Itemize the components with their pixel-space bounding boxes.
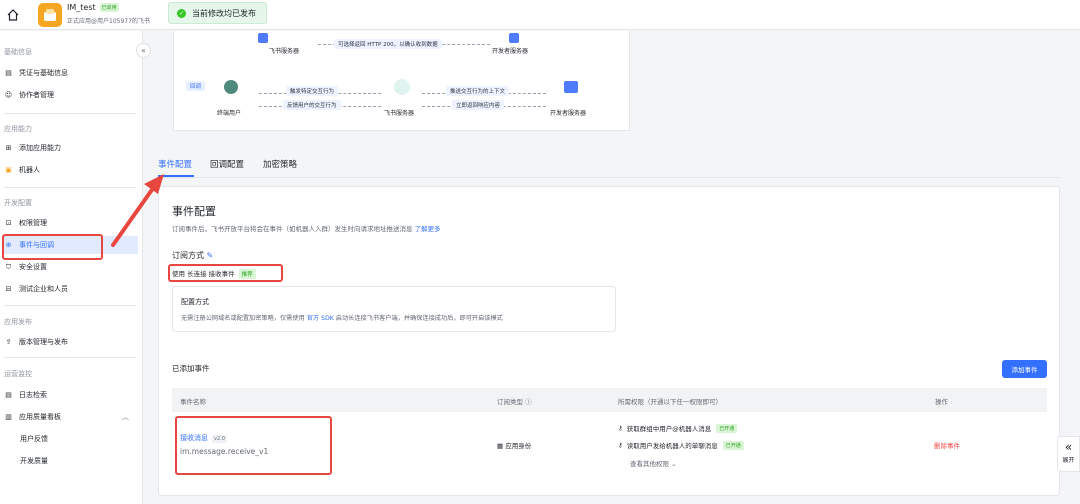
permission-item: ⚷ 获取群组中用户@机器人消息 已开通 <box>618 423 738 433</box>
app-title: IM_test 已启用 <box>67 3 119 12</box>
chevron-up-icon: ︿ <box>122 413 129 421</box>
sidebar-item-dev-quality[interactable]: 开发质量 <box>20 452 138 470</box>
add-event-button[interactable]: 添加事件 <box>1002 360 1047 378</box>
page-title: 事件配置 <box>172 205 216 218</box>
section-app-capability: 应用能力 <box>4 125 32 133</box>
divider <box>4 113 136 114</box>
edit-icon[interactable]: ✎ <box>207 251 214 260</box>
top-bar: IM_test 已启用 正式应用@用户105977的飞书 ✓ 当前修改均已发布 <box>0 0 1080 30</box>
dev-server-label: 开发者服务器 <box>550 110 587 117</box>
event-description: 订阅事件后，飞书开放平台将会在事件（如机器人入群）发生时向请求地址推送消息 了解… <box>172 225 441 233</box>
log-icon: ▤ <box>5 390 12 399</box>
grid-icon: ⊞ <box>5 143 12 152</box>
learn-more-link[interactable]: 了解更多 <box>415 225 441 233</box>
section-dev-config: 开发配置 <box>4 199 32 207</box>
events-table-header <box>172 388 1047 412</box>
config-method-title: 配置方式 <box>181 298 209 306</box>
config-method-desc: 无需注册公网域名或配置加密策略，仅需使用 官方 SDK 启动长连接飞书客户端，并… <box>181 315 503 322</box>
app-identity-icon: ▦ <box>497 442 504 450</box>
sidebar-item-version-release[interactable]: ⇪ 版本管理与发布 <box>4 333 138 351</box>
card-icon: ▤ <box>5 68 12 77</box>
sidebar-item-security[interactable]: ⛉ 安全设置 <box>4 258 138 276</box>
dev-server-icon <box>509 33 519 43</box>
return-content-label: 立即返回响应内容 <box>452 100 505 110</box>
official-sdk-link[interactable]: 官方 SDK <box>307 315 334 322</box>
subscription-type: ▦ 应用身份 <box>497 442 532 450</box>
highlight-box <box>175 416 332 475</box>
column-permissions: 所需权限（开通以下任一权限即可） <box>618 398 722 406</box>
key-icon: ⚷ <box>618 441 623 449</box>
column-subscription-type: 订阅类型 ⓘ <box>497 398 532 406</box>
enabled-badge: 已开通 <box>716 423 738 433</box>
flow-diagram: 飞书服务器 可选择返回 HTTP 200，以确认收到数据 开发者服务器 回调 终… <box>173 31 630 131</box>
end-user-icon <box>224 80 238 94</box>
section-basic-info: 基础信息 <box>4 48 32 56</box>
subscribe-mode-label: 订阅方式 ✎ <box>172 251 214 260</box>
dev-server-icon <box>564 81 578 93</box>
expand-panel-button[interactable]: « 展开 <box>1057 436 1080 472</box>
check-icon: ✓ <box>177 8 186 18</box>
tab-callback-config[interactable]: 回调配置 <box>210 158 244 170</box>
section-release: 应用发布 <box>4 318 32 326</box>
top-dev-server-label: 开发者服务器 <box>492 48 529 55</box>
home-icon[interactable] <box>6 8 20 22</box>
feishu-server-label: 飞书服务器 <box>384 110 415 117</box>
http-200-hint: 可选择返回 HTTP 200，以确认收到数据 <box>334 39 442 49</box>
column-event-name: 事件名称 <box>180 398 206 406</box>
user-icon: ☺ <box>4 90 13 99</box>
app-icon <box>38 3 62 27</box>
sidebar-item-credentials[interactable]: ▤ 凭证与基础信息 <box>4 64 138 82</box>
lock-icon: ⊡ <box>5 218 12 227</box>
collapse-sidebar-icon[interactable]: « <box>136 43 151 58</box>
test-icon: ⊟ <box>5 284 12 293</box>
highlight-box <box>2 234 103 260</box>
highlight-box <box>168 264 283 282</box>
trigger-label: 触发特定交互行为 <box>286 86 339 96</box>
feishu-server-icon <box>258 33 268 43</box>
sidebar-item-log-search[interactable]: ▤ 日志检索 <box>4 386 138 404</box>
sidebar-item-add-capability[interactable]: ⊞ 添加应用能力 <box>4 139 138 157</box>
feedback-label: 反馈用户的交互行为 <box>283 100 341 110</box>
tab-event-config[interactable]: 事件配置 <box>158 158 192 170</box>
feishu-logo-icon <box>394 79 410 95</box>
added-events-title: 已添加事件 <box>172 364 210 373</box>
annotation-arrow <box>111 174 164 247</box>
sidebar-item-quality-dashboard[interactable]: ▥ 应用质量看板 ︿ <box>4 408 138 426</box>
divider <box>4 305 136 306</box>
robot-icon: ▣ <box>5 165 12 174</box>
push-context-label: 推送交互行为的上下文 <box>446 86 510 96</box>
delete-event-button[interactable]: 删除事件 <box>934 440 960 450</box>
chevron-down-icon: ⌄ <box>671 460 677 468</box>
tabs-divider <box>158 177 1060 178</box>
tab-encryption[interactable]: 加密策略 <box>263 158 297 170</box>
upload-icon: ⇪ <box>5 337 12 346</box>
enabled-badge: 已开通 <box>722 440 744 450</box>
divider <box>4 357 136 358</box>
app-status-badge: 已启用 <box>99 3 119 12</box>
publish-toast: ✓ 当前修改均已发布 <box>168 2 267 24</box>
sidebar-item-collaborators[interactable]: ☺ 协作者管理 <box>4 86 138 104</box>
section-monitoring: 运营监控 <box>4 370 32 378</box>
sidebar-item-test-users[interactable]: ⊟ 测试企业和人员 <box>4 280 138 298</box>
chart-icon: ▥ <box>5 412 12 421</box>
top-feishu-server-label: 飞书服务器 <box>269 48 300 55</box>
permission-item: ⚷ 读取用户发给机器人的单聊消息 已开通 <box>618 440 744 450</box>
key-icon: ⚷ <box>618 424 623 432</box>
app-subtitle: 正式应用@用户105977的飞书 <box>67 18 150 25</box>
sidebar-item-user-feedback[interactable]: 用户反馈 <box>20 430 138 448</box>
end-user-label: 终端用户 <box>217 110 242 117</box>
callback-tag: 回调 <box>186 81 206 91</box>
column-actions: 操作 <box>935 398 948 406</box>
shield-icon: ⛉ <box>5 262 12 271</box>
view-more-permissions[interactable]: 查看其他权限 ⌄ <box>630 458 677 468</box>
double-chevron-left-icon: « <box>1064 440 1073 454</box>
config-method-box <box>172 286 616 332</box>
